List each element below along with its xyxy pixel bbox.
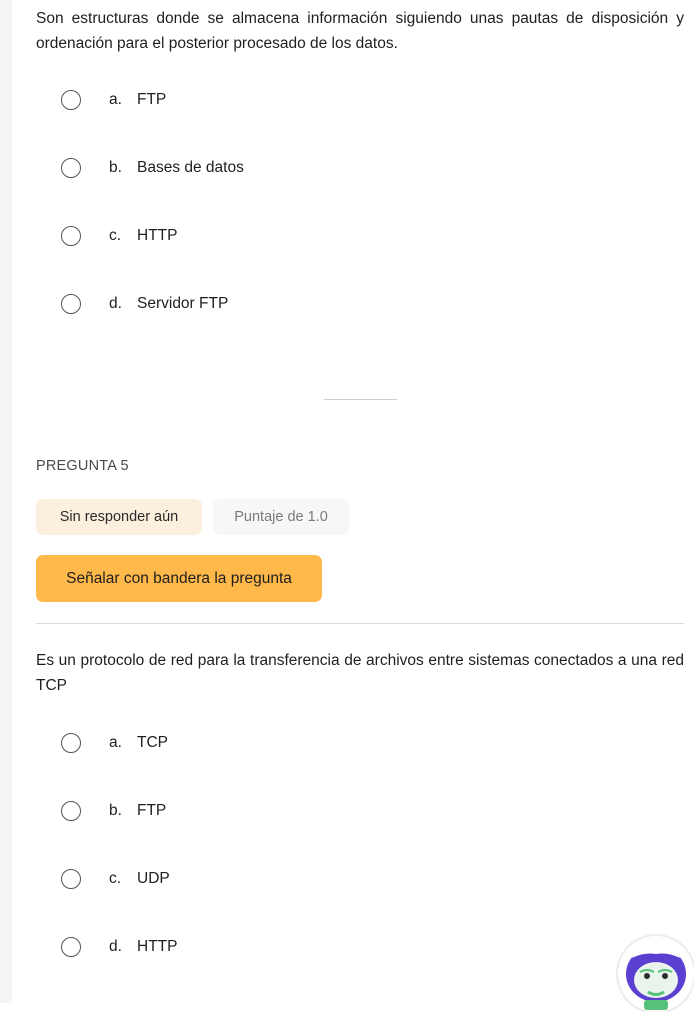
option-label: HTTP (137, 227, 178, 244)
option-letter: c. (109, 227, 122, 244)
option-letter: d. (109, 295, 122, 312)
answer-option-d[interactable]: d. Servidor FTP (61, 292, 228, 316)
answer-option-a[interactable]: a. FTP (61, 88, 166, 112)
question-number: PREGUNTA 5 (36, 458, 129, 474)
option-label: HTTP (137, 938, 178, 955)
answer-option-d[interactable]: d. HTTP (61, 935, 177, 959)
answer-option-a[interactable]: a. TCP (61, 731, 168, 755)
score-badge: Puntaje de 1.0 (213, 499, 349, 535)
option-letter: a. (109, 91, 122, 108)
answer-option-b[interactable]: b. Bases de datos (61, 156, 244, 180)
option-label: FTP (137, 802, 167, 819)
option-letter: a. (109, 734, 122, 751)
assistant-avatar-icon (626, 945, 686, 1010)
radio-button[interactable] (61, 158, 81, 178)
radio-button[interactable] (61, 869, 81, 889)
radio-button[interactable] (61, 937, 81, 957)
option-letter: b. (109, 159, 122, 176)
answer-option-c[interactable]: c. HTTP (61, 224, 177, 248)
option-label: FTP (137, 91, 167, 108)
question-5-text: Es un protocolo de red para la transfere… (36, 652, 684, 694)
option-letter: d. (109, 938, 122, 955)
radio-button[interactable] (61, 801, 81, 821)
radio-button[interactable] (61, 226, 81, 246)
header-divider (36, 623, 684, 624)
option-label: UDP (137, 870, 170, 887)
option-letter: b. (109, 802, 122, 819)
question-4-text: Son estructuras donde se almacena inform… (36, 10, 684, 52)
radio-button[interactable] (61, 733, 81, 753)
radio-button[interactable] (61, 294, 81, 314)
question-divider (324, 399, 397, 400)
answer-option-b[interactable]: b. FTP (61, 799, 166, 823)
radio-button[interactable] (61, 90, 81, 110)
answer-option-c[interactable]: c. UDP (61, 867, 170, 891)
flag-question-button[interactable]: Señalar con bandera la pregunta (36, 555, 322, 602)
option-label: Servidor FTP (137, 295, 229, 312)
assistant-avatar-button[interactable] (618, 936, 694, 1012)
option-label: TCP (137, 734, 168, 751)
status-badge: Sin responder aún (36, 499, 202, 535)
left-rail (0, 0, 12, 1003)
option-letter: c. (109, 870, 122, 887)
option-label: Bases de datos (137, 159, 244, 176)
